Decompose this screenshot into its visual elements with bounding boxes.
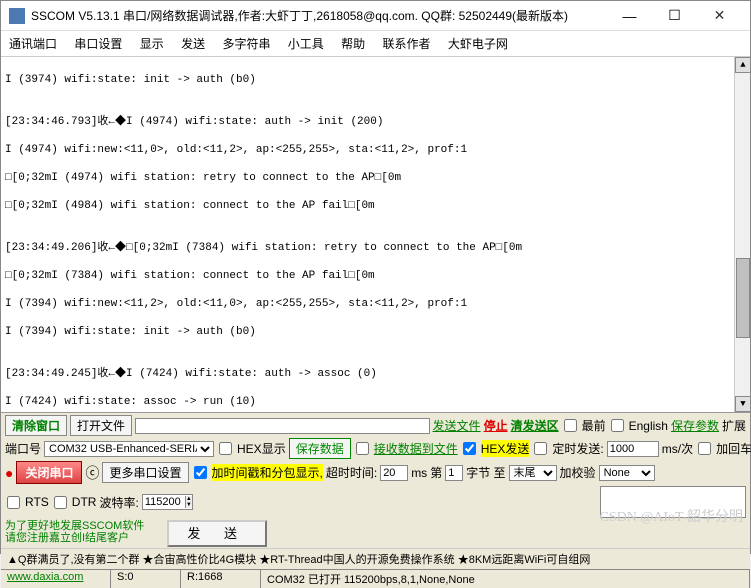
baud-label: 波特率: bbox=[99, 494, 138, 511]
add-timestamp-checkbox[interactable] bbox=[194, 466, 207, 479]
menu-help[interactable]: 帮助 bbox=[341, 37, 365, 51]
footer-text[interactable]: ▲Q群满员了,没有第二个群 ★合宙高性价比4G模块 ★RT-Thread中国人的… bbox=[7, 554, 590, 566]
timeout-unit: ms bbox=[411, 466, 427, 480]
send-file-link[interactable]: 发送文件 bbox=[433, 417, 481, 434]
log-line: I (4974) wifi:new:<11,0>, old:<11,2>, ap… bbox=[5, 143, 746, 157]
statusbar: www.daxia.com S:0 R:1668 COM32 已打开 11520… bbox=[1, 569, 750, 588]
port-select[interactable]: COM32 USB-Enhanced-SERIAL-I ▼ bbox=[44, 441, 214, 457]
english-label: English bbox=[629, 419, 668, 433]
save-data-button[interactable]: 保存数据 bbox=[289, 438, 351, 459]
stop-link[interactable]: 停止 bbox=[484, 417, 508, 434]
status-port-info: COM32 已打开 115200bps,8,1,None,None bbox=[261, 570, 750, 588]
send-button[interactable]: 发 送 bbox=[167, 520, 267, 547]
menu-contact[interactable]: 联系作者 bbox=[383, 37, 431, 51]
extend-link[interactable]: 扩展 bbox=[722, 417, 746, 434]
hex-display-label: HEX显示 bbox=[237, 440, 286, 457]
hex-display-checkbox[interactable] bbox=[219, 442, 232, 455]
baud-input[interactable] bbox=[143, 495, 185, 509]
window-title: SSCOM V5.13.1 串口/网络数据调试器,作者:大虾丁丁,2618058… bbox=[31, 7, 607, 24]
timeout-label: 超时时间: bbox=[326, 464, 377, 481]
clear-window-button[interactable]: 清除窗口 bbox=[5, 415, 67, 436]
topmost-checkbox[interactable] bbox=[564, 419, 577, 432]
menu-website[interactable]: 大虾电子网 bbox=[448, 37, 508, 51]
status-sent: S:0 bbox=[111, 570, 181, 588]
log-line: □[0;32mI (7384) wifi station: connect to… bbox=[5, 269, 746, 283]
log-line: [23:34:49.206]收←◆□[0;32mI (7384) wifi st… bbox=[5, 241, 746, 255]
byte-unit: 字节 至 bbox=[466, 464, 505, 481]
app-icon bbox=[9, 8, 25, 24]
byte-to-select[interactable]: 末尾 ▼ bbox=[509, 465, 557, 481]
topmost-label: 最前 bbox=[582, 417, 606, 434]
menu-display[interactable]: 显示 bbox=[140, 37, 164, 51]
open-file-button[interactable]: 打开文件 bbox=[70, 415, 132, 436]
maximize-button[interactable]: ☐ bbox=[652, 2, 697, 30]
status-url[interactable]: www.daxia.com bbox=[1, 570, 111, 588]
close-port-button[interactable]: 关闭串口 bbox=[16, 461, 82, 484]
tip-line2: 请您注册嘉立创I结尾客户 bbox=[5, 532, 144, 544]
rts-label: RTS bbox=[25, 495, 49, 509]
file-path-input[interactable] bbox=[135, 418, 430, 434]
checksum-select[interactable]: None bbox=[599, 465, 655, 481]
menu-send[interactable]: 发送 bbox=[181, 37, 205, 51]
add-cr-checkbox[interactable] bbox=[698, 442, 711, 455]
titlebar: SSCOM V5.13.1 串口/网络数据调试器,作者:大虾丁丁,2618058… bbox=[1, 1, 750, 31]
timed-interval-input[interactable] bbox=[607, 441, 659, 457]
log-line: I (7394) wifi:new:<11,2>, old:<11,0>, ap… bbox=[5, 297, 746, 311]
menu-port[interactable]: 通讯端口 bbox=[9, 37, 57, 51]
rts-checkbox[interactable] bbox=[7, 496, 20, 509]
record-icon: ● bbox=[5, 465, 13, 481]
menu-serial-settings[interactable]: 串口设置 bbox=[74, 37, 122, 51]
spin-down-icon[interactable]: ▼ bbox=[186, 502, 192, 508]
dtr-label: DTR bbox=[72, 495, 97, 509]
minimize-button[interactable]: — bbox=[607, 2, 652, 30]
log-line: [23:34:49.245]收←◆I (7424) wifi:state: au… bbox=[5, 367, 746, 381]
byte-from-input[interactable] bbox=[445, 465, 463, 481]
checksum-label: 加校验 bbox=[560, 464, 596, 481]
timed-send-checkbox[interactable] bbox=[534, 442, 547, 455]
scroll-thumb[interactable] bbox=[736, 258, 750, 338]
menu-tools[interactable]: 小工具 bbox=[288, 37, 324, 51]
recv-to-file-label[interactable]: 接收数据到文件 bbox=[374, 440, 458, 457]
save-params-link[interactable]: 保存参数 bbox=[671, 417, 719, 434]
tip-line1: 为了更好地发展SSCOM软件 bbox=[5, 520, 144, 532]
status-recv: R:1668 bbox=[181, 570, 261, 588]
scroll-down-icon[interactable]: ▼ bbox=[735, 396, 750, 412]
port-label: 端口号 bbox=[5, 440, 41, 457]
footer-links: ▲Q群满员了,没有第二个群 ★合宙高性价比4G模块 ★RT-Thread中国人的… bbox=[1, 548, 750, 569]
clear-send-link[interactable]: 清发送区 bbox=[511, 417, 559, 434]
log-line: I (7424) wifi:state: assoc -> run (10) bbox=[5, 395, 746, 409]
timed-send-label: 定时发送: bbox=[552, 440, 603, 457]
log-line: I (3974) wifi:state: init -> auth (b0) bbox=[5, 73, 746, 87]
more-settings-button[interactable]: 更多串口设置 bbox=[102, 462, 188, 483]
menu-multistring[interactable]: 多字符串 bbox=[222, 37, 270, 51]
log-line: □[0;32mI (4984) wifi station: connect to… bbox=[5, 199, 746, 213]
timeout-input[interactable] bbox=[380, 465, 408, 481]
log-line: □[0;32mI (4974) wifi station: retry to c… bbox=[5, 171, 746, 185]
log-output[interactable]: I (3974) wifi:state: init -> auth (b0) [… bbox=[1, 57, 750, 413]
add-timestamp-label: 加时间戳和分包显示, bbox=[212, 464, 323, 481]
hex-send-label: HEX发送 bbox=[481, 440, 530, 457]
scroll-up-icon[interactable]: ▲ bbox=[735, 57, 750, 73]
hex-send-checkbox[interactable] bbox=[463, 442, 476, 455]
dtr-checkbox[interactable] bbox=[54, 496, 67, 509]
add-cr-label: 加回车 bbox=[716, 440, 751, 457]
control-panel: 清除窗口 打开文件 发送文件 停止 清发送区 最前 English 保存参数 扩… bbox=[1, 413, 750, 548]
watermark: CSDN @AIoT-韶华分明 bbox=[600, 506, 743, 526]
scrollbar[interactable]: ▲ ▼ bbox=[734, 57, 750, 412]
menubar: 通讯端口 串口设置 显示 发送 多字符串 小工具 帮助 联系作者 大虾电子网 bbox=[1, 31, 750, 57]
recv-to-file-checkbox[interactable] bbox=[356, 442, 369, 455]
log-line: I (7394) wifi:state: init -> auth (b0) bbox=[5, 325, 746, 339]
close-button[interactable]: ✕ bbox=[697, 2, 742, 30]
log-line: [23:34:46.793]收←◆I (4974) wifi:state: au… bbox=[5, 115, 746, 129]
english-checkbox[interactable] bbox=[611, 419, 624, 432]
page-label: 第 bbox=[430, 464, 442, 481]
baud-spinner[interactable]: ▲▼ bbox=[142, 494, 193, 510]
timed-unit-label: ms/次 bbox=[662, 440, 693, 457]
